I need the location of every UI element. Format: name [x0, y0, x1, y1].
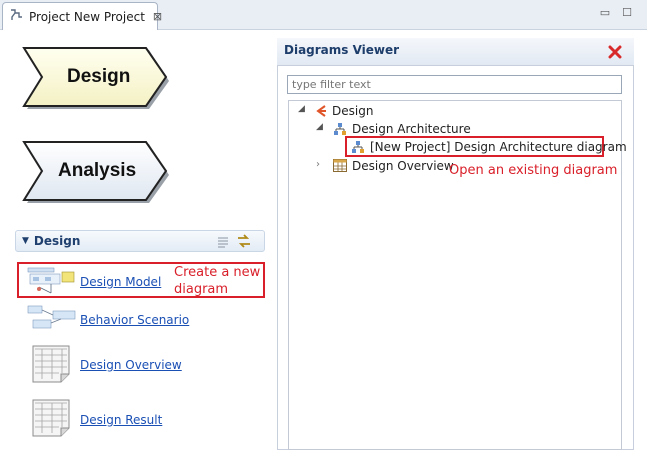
sync-arrows-icon[interactable]: [236, 233, 252, 252]
table-icon: [333, 159, 347, 175]
maximize-icon[interactable]: ☐: [619, 6, 635, 20]
expand-arrow-icon[interactable]: ◢: [298, 104, 305, 114]
tree-item-design[interactable]: Design: [332, 104, 373, 118]
design-section-title: Design: [33, 234, 81, 248]
diagrams-viewer-title: Diagrams Viewer: [284, 43, 400, 57]
minimize-icon[interactable]: ▭: [597, 6, 613, 20]
behavior-scenario-thumbnail-icon[interactable]: [27, 304, 77, 335]
open-existing-annotation: Open an existing diagram: [449, 163, 618, 178]
design-overview-link[interactable]: Design Overview: [80, 358, 182, 372]
design-overview-table-icon[interactable]: [32, 345, 70, 386]
tree-item-architecture-diagram[interactable]: [New Project] Design Architecture diagra…: [370, 140, 627, 154]
analysis-chevron-button[interactable]: Analysis: [20, 138, 170, 204]
behavior-scenario-link[interactable]: Behavior Scenario: [80, 313, 189, 327]
expand-arrow-icon[interactable]: ◢: [316, 122, 323, 132]
close-icon[interactable]: ⊠: [153, 10, 162, 23]
architecture-diagram-icon: [351, 140, 365, 157]
create-new-annotation: Create a new diagram: [174, 265, 261, 297]
design-result-table-icon[interactable]: [32, 399, 70, 440]
design-chevron-label: Design: [67, 66, 131, 87]
collapsed-arrow-icon[interactable]: ›: [316, 159, 320, 170]
close-icon[interactable]: [608, 45, 622, 62]
project-icon: [9, 8, 23, 25]
collapse-triangle-icon[interactable]: ▼: [22, 236, 29, 246]
design-result-link[interactable]: Design Result: [80, 413, 162, 427]
analysis-chevron-label: Analysis: [58, 160, 137, 181]
filter-input[interactable]: [287, 75, 622, 94]
editor-tab[interactable]: Project New Project ⊠: [2, 2, 162, 30]
tree-item-design-architecture[interactable]: Design Architecture: [352, 122, 471, 136]
list-view-icon[interactable]: [217, 236, 229, 251]
design-chevron-button[interactable]: Design: [20, 44, 170, 110]
design-root-icon: [314, 104, 328, 121]
editor-tab-label: Project New Project: [29, 9, 145, 24]
tree-item-design-overview[interactable]: Design Overview: [352, 159, 454, 173]
